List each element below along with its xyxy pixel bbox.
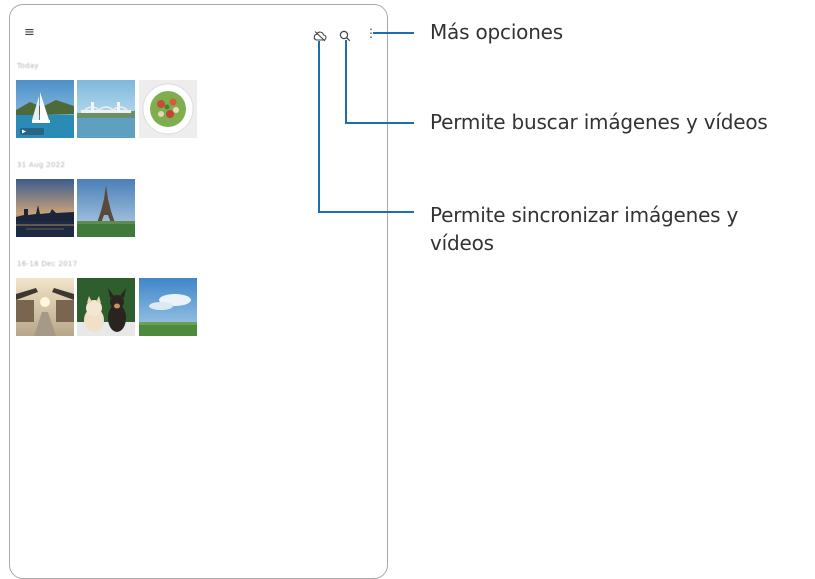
section-date-label: 16-18 Dec 2017	[17, 260, 78, 268]
section-date-label: 31 Aug 2022	[17, 161, 66, 169]
photo-thumbnail-hanok-street[interactable]	[16, 278, 74, 336]
section-date-label: Today	[17, 62, 39, 70]
callout-leader-more-options	[373, 32, 414, 34]
callout-leader-sync-vertical	[318, 41, 320, 213]
cloud-sync-icon[interactable]	[313, 27, 327, 46]
callout-search: Permite buscar imágenes y vídeos	[430, 110, 768, 134]
photo-thumbnail-city-dusk[interactable]	[16, 179, 74, 237]
photo-thumbnail-cat-and-dog[interactable]	[77, 278, 135, 336]
photo-thumbnail-sky-field[interactable]	[139, 278, 197, 336]
photo-thumbnail-bridge[interactable]	[77, 80, 135, 138]
photo-thumbnail-salad[interactable]	[139, 80, 197, 138]
more-options-icon[interactable]: ⋮	[365, 26, 377, 40]
callout-sync-line1: Permite sincronizar imágenes y	[430, 203, 739, 227]
callout-more-options: Más opciones	[430, 20, 564, 44]
menu-icon[interactable]: ≡	[24, 26, 35, 40]
photo-thumbnail-eiffel-tower[interactable]	[77, 179, 135, 237]
callout-leader-search-horizontal	[345, 122, 414, 124]
video-thumbnail-sailboat[interactable]	[16, 80, 74, 138]
callout-sync-line2: vídeos	[430, 231, 494, 255]
callout-leader-sync-horizontal	[318, 211, 414, 213]
callout-leader-search-vertical	[345, 40, 347, 124]
